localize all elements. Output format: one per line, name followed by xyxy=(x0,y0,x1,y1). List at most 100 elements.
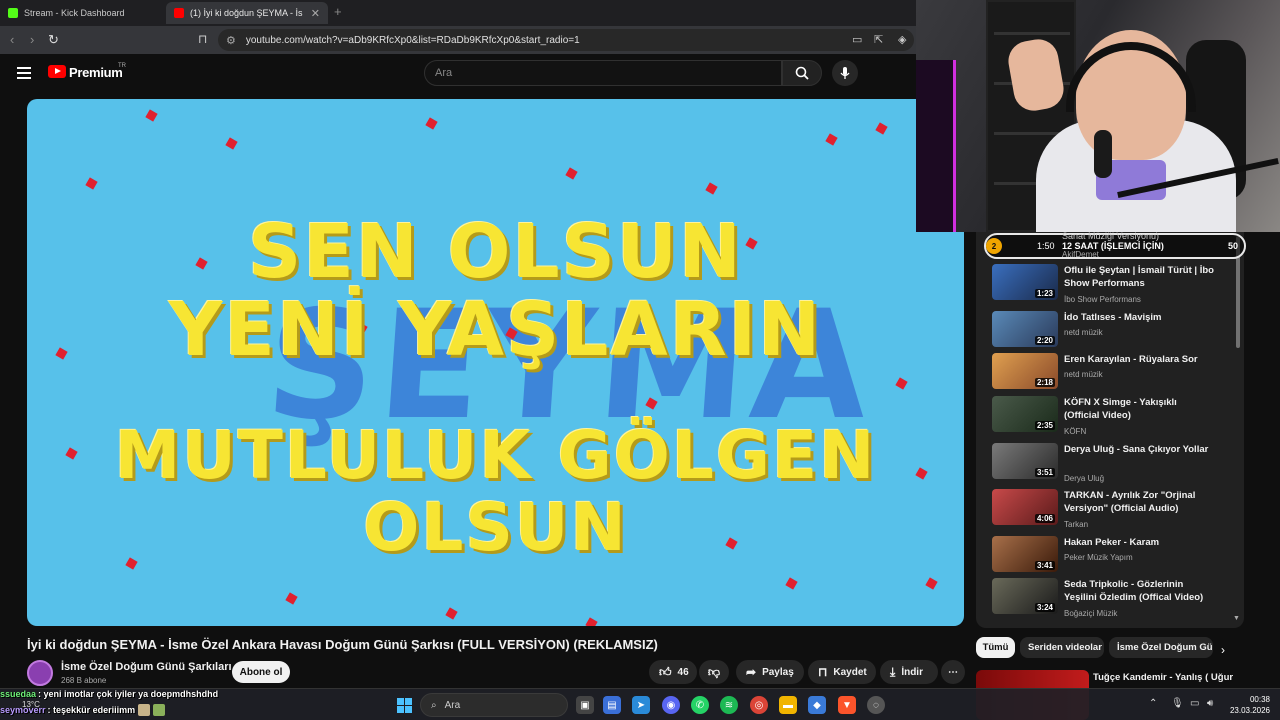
taskbar-search-input[interactable]: ⌕ Ara xyxy=(420,693,568,717)
tab-youtube[interactable]: (1) İyi ki doğdun ŞEYMA - İs ✕ xyxy=(166,2,328,24)
download-label: İndir xyxy=(901,666,923,678)
playlist-item-channel: İbo Show Performans xyxy=(1064,295,1141,304)
youtube-header: Premium TR Ara xyxy=(0,54,916,94)
volume-icon[interactable]: 🔊︎ xyxy=(1207,698,1213,709)
tab-kick-dashboard[interactable]: Stream - Kick Dashboard xyxy=(0,2,165,24)
chrome-icon[interactable]: ◎ xyxy=(750,696,768,714)
playlist-thumbnail: 2:18 xyxy=(992,353,1058,389)
chip-name-birthday[interactable]: İsme Özel Doğum Gü xyxy=(1109,637,1213,658)
dislike-button[interactable]: 👎︎ xyxy=(699,660,729,684)
file-explorer-icon[interactable]: ▬ xyxy=(779,696,797,714)
playlist-item[interactable]: 3:41 Hakan Peker - Karam Peker Müzik Yap… xyxy=(990,536,1230,580)
video-player[interactable]: ŞEYMA SEN OLSUN YENİ YAŞLARIN MUTLULUK G… xyxy=(27,99,964,626)
shield-icon[interactable]: ◈ xyxy=(898,33,906,46)
duration-badge: 2:35 xyxy=(1034,421,1055,430)
playlist-thumbnail: 2:20 xyxy=(992,311,1058,347)
share-button[interactable]: ➦ Paylaş xyxy=(736,660,804,684)
vpn-icon[interactable]: ◆ xyxy=(808,696,826,714)
playlist-item-title: Derya Uluğ - Sana Çıkıyor Yollar xyxy=(1064,444,1209,455)
menu-icon[interactable] xyxy=(17,67,31,82)
save-button[interactable]: ⊓ Kaydet xyxy=(808,660,876,684)
playlist-item[interactable]: 3:24 Seda Tripkolic - Gözlerinin Yeşilin… xyxy=(990,578,1230,622)
playlist-item[interactable]: 1:23 Oflu ile Şeytan | İsmail Türüt | İb… xyxy=(990,264,1230,308)
more-actions-button[interactable]: ⋯ xyxy=(941,660,965,684)
emote-icon xyxy=(138,704,151,716)
cast-icon[interactable]: ▭ xyxy=(852,33,862,46)
url-text: youtube.com/watch?v=aDb9KRfcXp0&list=RDa… xyxy=(245,34,580,46)
network-icon[interactable]: ▭ xyxy=(1190,698,1199,709)
current-item-count: 50 xyxy=(1228,241,1239,251)
whatsapp-icon[interactable]: ✆ xyxy=(691,696,709,714)
chips-next-chevron-icon[interactable]: › xyxy=(1221,643,1225,657)
back-icon[interactable]: ‹ xyxy=(10,32,14,47)
subscribe-button[interactable]: Abone ol xyxy=(232,661,290,683)
brand-label[interactable]: Premium xyxy=(69,65,123,80)
playlist-item-channel: netd müzik xyxy=(1064,328,1103,337)
store-icon[interactable]: ▤ xyxy=(603,696,621,714)
playlist-item-channel: Peker Müzik Yapım xyxy=(1064,553,1133,562)
voice-search-button[interactable] xyxy=(832,60,858,86)
more-icon: ⋯ xyxy=(948,666,958,678)
youtube-logo-icon[interactable] xyxy=(48,65,66,78)
current-item-previous-line: Sanat Müziği Versiyonu) xyxy=(1062,231,1160,241)
download-button[interactable]: ⤓ İndir xyxy=(880,660,938,684)
duration-badge: 4:06 xyxy=(1034,514,1055,523)
chat-username: ssuedaa xyxy=(0,689,37,699)
duration-badge: 1:23 xyxy=(1034,289,1055,298)
forward-icon[interactable]: › xyxy=(30,32,34,47)
playlist-item-title: Oflu ile Şeytan | İsmail Türüt | İbo Sho… xyxy=(1064,265,1214,289)
bookmark-icon[interactable]: ⊓ xyxy=(198,32,207,46)
search-button[interactable] xyxy=(782,60,822,86)
playlist-item[interactable]: 4:06 TARKAN - Ayrılık Zor "Orjinal Versi… xyxy=(990,489,1230,533)
current-item-duration: 1:50 xyxy=(1037,241,1055,251)
streaming-mic xyxy=(1094,130,1112,178)
url-field[interactable]: ⚙ youtube.com/watch?v=aDb9KRfcXp0&list=R… xyxy=(218,29,914,51)
playlist-scroll-down-icon[interactable]: ▼ xyxy=(1233,615,1240,622)
close-tab-icon[interactable]: ✕ xyxy=(311,7,320,20)
spotify-icon[interactable]: ≋ xyxy=(720,696,738,714)
youtube-icon xyxy=(174,8,184,18)
search-input[interactable]: Ara xyxy=(424,60,782,86)
current-index-badge: 2 xyxy=(986,238,1002,254)
reload-icon[interactable]: ↻ xyxy=(48,32,59,48)
playlist-item[interactable]: 2:35 KÖFN X Simge - Yakışıklı (Official … xyxy=(990,396,1230,440)
video-lyric-line: SEN OLSUN xyxy=(248,209,743,295)
site-info-icon[interactable]: ⚙ xyxy=(226,34,236,47)
clock-time: 00:38 xyxy=(1249,695,1270,704)
clock-date: 23.03.2026 xyxy=(1229,706,1270,715)
playlist-item-title: Eren Karayılan - Rüyalara Sor xyxy=(1064,354,1198,365)
playlist-item[interactable]: 2:18 Eren Karayılan - Rüyalara Sor netd … xyxy=(990,353,1230,397)
search-icon: ⌕ xyxy=(431,699,437,711)
share-arrow-icon: ➦ xyxy=(746,665,757,679)
channel-name[interactable]: İsme Özel Doğum Günü Şarkıları xyxy=(61,661,232,673)
webcam-overlay xyxy=(916,0,1280,232)
playlist-item[interactable]: 2:20 İdo Tatlıses - Mavişim netd müzik xyxy=(990,311,1230,355)
duration-badge: 2:18 xyxy=(1034,378,1055,387)
chat-message: seymoverr : teşekkür ederiiimm xyxy=(0,702,300,718)
share-icon[interactable]: ⇱ xyxy=(874,33,883,46)
brave-icon[interactable]: ▼ xyxy=(838,696,856,714)
taskbar-clock[interactable]: 00:38 23.03.2026 xyxy=(1228,694,1270,716)
tab-label: Stream - Kick Dashboard xyxy=(24,8,125,18)
new-tab-button[interactable]: + xyxy=(334,4,342,19)
chat-username: seymoverr xyxy=(0,705,46,715)
chat-text: : teşekkür ederiiimm xyxy=(47,705,136,715)
tray-chevron-icon[interactable]: ⌃ xyxy=(1149,698,1157,709)
task-view-icon[interactable]: ▣ xyxy=(576,696,594,714)
obs-icon[interactable]: ◌ xyxy=(867,696,885,714)
windows-start-icon[interactable] xyxy=(397,698,412,713)
telegram-icon[interactable]: ➤ xyxy=(632,696,650,714)
chip-all[interactable]: Tümü xyxy=(976,637,1015,658)
share-label: Paylaş xyxy=(762,666,794,678)
discord-icon[interactable]: ◉ xyxy=(662,696,680,714)
tray-mic-icon[interactable]: 🎙︎ xyxy=(1171,698,1184,709)
playlist-thumbnail: 3:24 xyxy=(992,578,1058,614)
search-icon xyxy=(795,66,809,80)
recommended-title[interactable]: Tuğçe Kandemir - Yanlış ( Uğur xyxy=(1093,672,1233,683)
playlist-item[interactable]: 3:51 Derya Uluğ - Sana Çıkıyor Yollar De… xyxy=(990,443,1230,487)
chip-series-videos[interactable]: Seriden videolar xyxy=(1020,637,1104,658)
tab-label: (1) İyi ki doğdun ŞEYMA - İs xyxy=(190,8,303,18)
duration-badge: 3:51 xyxy=(1034,468,1055,477)
channel-avatar[interactable] xyxy=(27,660,53,686)
like-button[interactable]: 👍︎ 46 xyxy=(649,660,697,684)
